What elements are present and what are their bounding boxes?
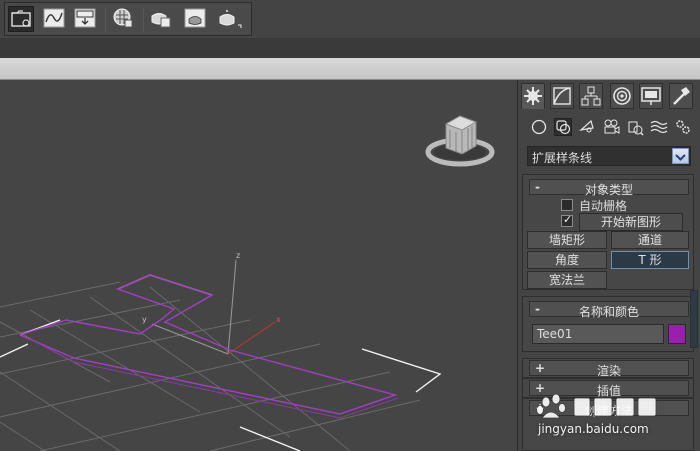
systems-icon[interactable] [674,118,692,136]
baidu-logo-icon [536,393,657,419]
object-type-header[interactable]: - 对象类型 [529,179,689,197]
rendering-header[interactable]: + 渲染 [529,360,689,378]
ribbon-strip [0,38,700,58]
watermark: jingyan.baidu.com [530,392,700,451]
axis-label-y: y [142,315,147,324]
create-subcategories [526,118,696,138]
checkmark-icon: ✓ [563,213,573,226]
modify-tab[interactable] [550,83,574,109]
axis-label-z: z [236,251,240,260]
geometry-icon[interactable] [530,118,548,136]
selection-brackets [0,274,442,451]
app-window: z y x 扩展样条线 - 对象类型 自动栅格 ✓ 开始新图形 墙矩形 通道 角… [0,0,700,451]
perspective-viewport[interactable]: z y x [0,82,517,451]
wide-flange-button[interactable]: 宽法兰 [527,271,607,289]
utilities-tab[interactable] [669,83,693,109]
rendering-title: 渲染 [596,364,621,378]
viewport-label-bar [0,58,700,80]
panel-scrollbar[interactable] [690,290,698,348]
name-color-header[interactable]: - 名称和颜色 [529,301,689,319]
object-color-swatch[interactable] [668,324,686,344]
watermark-url: jingyan.baidu.com [538,422,649,436]
motion-tab[interactable] [610,83,634,109]
main-toolbar [0,0,700,38]
viewcube[interactable] [420,102,500,172]
render-icon[interactable] [217,6,243,32]
display-tab[interactable] [639,83,663,109]
start-new-shape-button[interactable]: 开始新图形 [579,213,683,231]
object-name-input[interactable]: Tee01 [532,324,664,344]
name-color-title: 名称和颜色 [578,305,639,319]
save-icon[interactable] [73,6,99,32]
category-dropdown-value: 扩展样条线 [532,151,593,165]
object-type-title: 对象类型 [584,183,633,197]
curve-editor-icon[interactable] [42,6,68,32]
autogrid-label: 自动栅格 [579,199,628,213]
chevron-down-icon[interactable] [672,148,689,164]
open-file-icon[interactable] [8,6,34,32]
start-new-shape-checkbox[interactable]: ✓ [561,213,573,227]
rendering-rollout: + 渲染 [522,358,694,378]
cameras-icon[interactable] [602,118,620,136]
toolbar-separator [143,8,144,32]
tee-shape-spline[interactable] [19,274,398,415]
angle-button[interactable]: 角度 [527,251,607,269]
render-setup-icon[interactable] [149,6,175,32]
command-panel-tabs [521,83,697,109]
tee-button[interactable]: T 形 [611,251,689,269]
channel-button[interactable]: 通道 [611,231,689,249]
material-icon[interactable] [111,6,137,32]
render-frame-icon[interactable] [183,6,209,32]
space-warps-icon[interactable] [650,118,668,136]
shapes-icon[interactable] [554,118,572,136]
axis-label-x: x [276,315,281,324]
toolbar-group [4,2,252,36]
lights-icon[interactable] [578,118,596,136]
helpers-icon[interactable] [626,118,644,136]
wrect-button[interactable]: 墙矩形 [527,231,607,249]
hierarchy-tab[interactable] [579,83,603,109]
category-dropdown[interactable]: 扩展样条线 [527,146,691,166]
home-grid [0,281,421,451]
autogrid-checkbox[interactable] [561,199,573,211]
toolbar-separator [105,8,106,32]
create-tab[interactable] [521,83,545,109]
object-type-rollout: - 对象类型 自动栅格 ✓ 开始新图形 墙矩形 通道 角度 T 形 宽法兰 [522,174,694,290]
